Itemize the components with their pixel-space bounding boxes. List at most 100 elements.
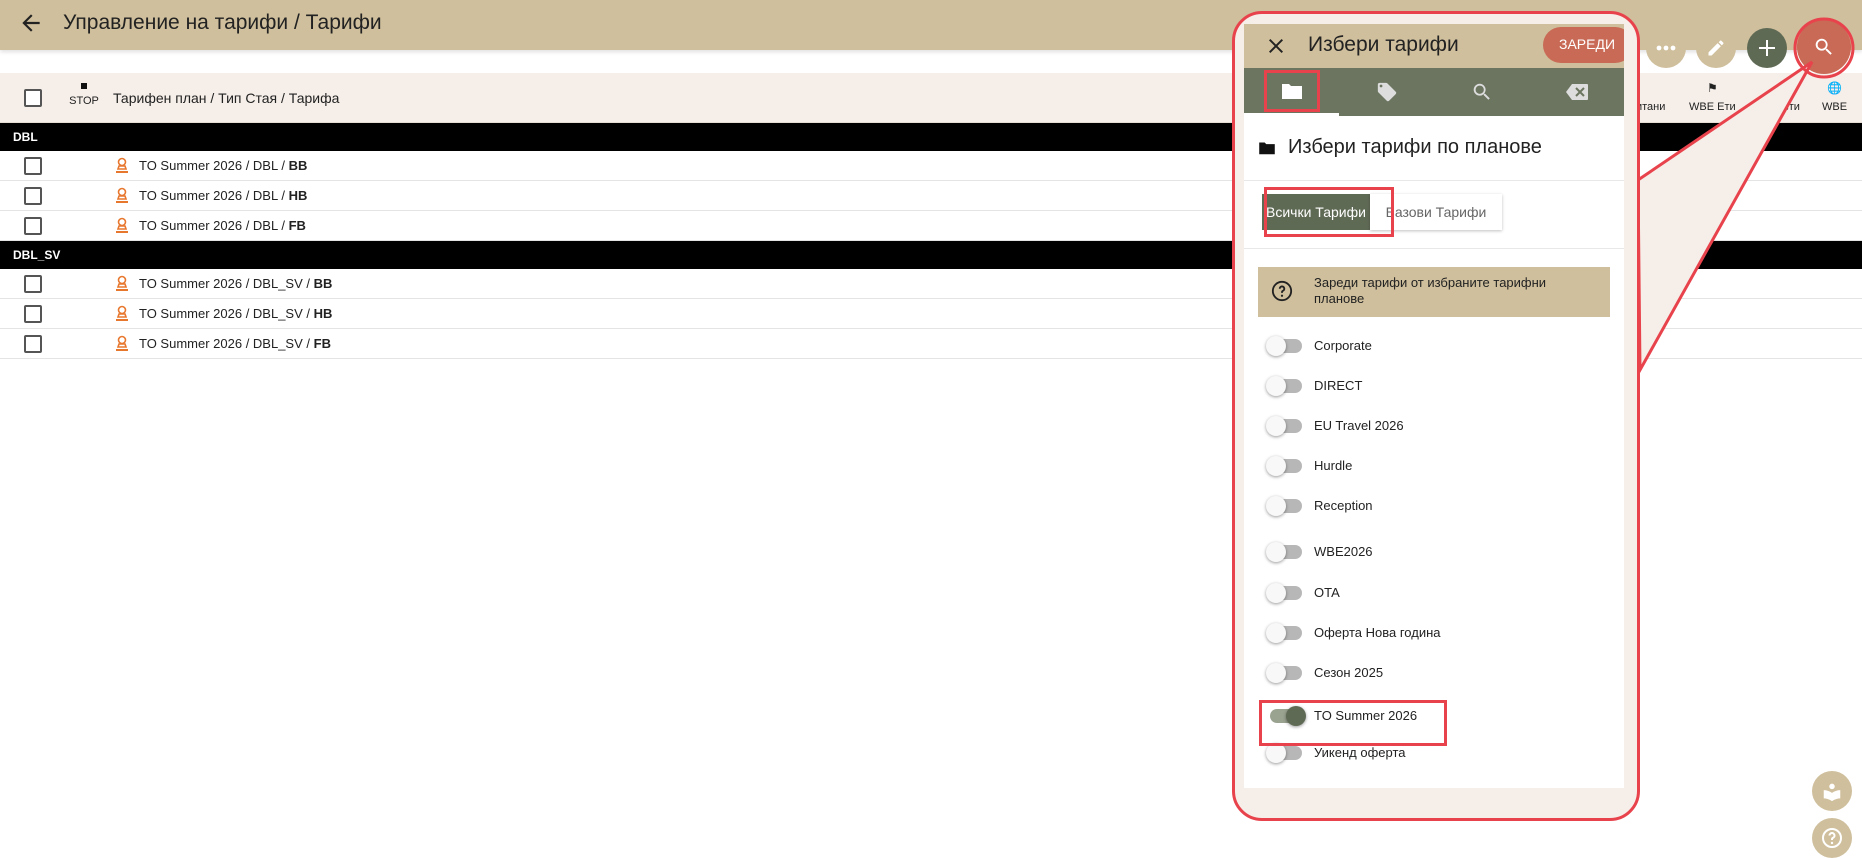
column-header-wbe[interactable]: 🌐 WBE (1822, 81, 1847, 113)
panel-title: Избери тарифи (1308, 33, 1459, 56)
select-all-checkbox[interactable] (24, 89, 42, 107)
plan-toggle-label: Уикенд оферта (1314, 745, 1406, 760)
plan-toggle-switch[interactable] (1266, 456, 1302, 476)
info-text: Зареди тарифи от избраните тарифни плано… (1314, 275, 1547, 306)
column-header-wbe-tags[interactable]: ⚑ WBE Ети (1689, 81, 1736, 113)
rate-name: TO Summer 2026 / DBL / BB (139, 158, 307, 173)
folder-icon (1259, 142, 1275, 154)
plan-toggle-switch[interactable] (1266, 336, 1302, 356)
plan-toggle-row[interactable]: EU Travel 2026 (1244, 411, 1624, 441)
plan-toggle-label: Hurdle (1314, 458, 1353, 473)
column-label: WBE Ети (1689, 101, 1736, 113)
plan-toggle-row[interactable]: WBE2026 (1244, 537, 1624, 567)
toggle-knob (1266, 663, 1286, 683)
highlight-box (1259, 700, 1447, 746)
plan-toggle-switch[interactable] (1266, 623, 1302, 643)
row-checkbox[interactable] (24, 275, 42, 293)
column-title: Тарифен план / Тип Стая / Тарифа (113, 90, 340, 106)
rate-path: TO Summer 2026 / DBL / (139, 218, 289, 233)
divider (1244, 248, 1624, 249)
plan-toggle-row[interactable]: Сезон 2025 (1244, 658, 1624, 688)
plan-toggle-switch[interactable] (1266, 663, 1302, 683)
plan-toggle-label: Оферта Нова година (1314, 625, 1441, 640)
divider (1244, 180, 1624, 181)
toggle-knob (1266, 336, 1286, 356)
row-checkbox[interactable] (24, 217, 42, 235)
back-arrow-icon[interactable] (18, 10, 44, 36)
toggle-knob (1266, 376, 1286, 396)
rate-code: HB (288, 188, 308, 203)
rate-name: TO Summer 2026 / DBL / FB (139, 218, 306, 233)
plan-toggle-label: Reception (1314, 498, 1373, 513)
column-header-packages[interactable]: кети (1778, 81, 1800, 113)
stop-icon (81, 83, 87, 89)
column-label: итани (1636, 101, 1666, 113)
add-button[interactable] (1747, 28, 1787, 68)
rate-path: TO Summer 2026 / DBL_SV / (139, 276, 314, 291)
section-title: Избери тарифи по планове (1258, 136, 1542, 159)
plan-toggle-row[interactable]: OTA (1244, 578, 1624, 608)
column-header-extra[interactable]: итани (1636, 81, 1665, 113)
section-title-text: Избери тарифи по планове (1288, 136, 1542, 158)
guide-button[interactable] (1812, 771, 1852, 811)
stamp-icon (116, 335, 128, 351)
book-icon (1823, 783, 1841, 802)
plan-toggle-row[interactable]: Hurdle (1244, 451, 1624, 481)
plan-toggle-switch[interactable] (1266, 743, 1302, 763)
edit-button[interactable] (1696, 28, 1736, 68)
search-fab-button[interactable] (1797, 20, 1851, 74)
plan-toggle-switch[interactable] (1266, 376, 1302, 396)
plan-toggle-row[interactable]: Reception (1244, 491, 1624, 521)
rate-path: TO Summer 2026 / DBL / (139, 188, 289, 203)
globe-icon: 🌐 (1827, 81, 1842, 95)
select-rates-panel: Избери тарифи ЗАРЕДИ Избери тарифи по пл… (1244, 24, 1624, 788)
plan-toggle-label: Сезон 2025 (1314, 665, 1384, 680)
row-checkbox[interactable] (24, 305, 42, 323)
rate-code: FB (288, 218, 306, 233)
rate-path: TO Summer 2026 / DBL / (139, 158, 289, 173)
backspace-icon (1565, 84, 1588, 100)
rate-code: FB (313, 336, 331, 351)
row-checkbox[interactable] (24, 157, 42, 175)
plan-toggle-row[interactable]: DIRECT (1244, 371, 1624, 401)
plan-toggle-switch[interactable] (1266, 542, 1302, 562)
rate-code: BB (288, 158, 308, 173)
toggle-knob (1266, 743, 1286, 763)
edit-icon (1708, 40, 1724, 56)
row-checkbox[interactable] (24, 187, 42, 205)
tag-icon (1778, 81, 1800, 95)
stamp-icon (116, 157, 128, 173)
toggle-knob (1266, 416, 1286, 436)
toggle-knob (1266, 496, 1286, 516)
rate-name: TO Summer 2026 / DBL_SV / BB (139, 276, 332, 291)
stamp-icon (116, 275, 128, 291)
list-icon (1636, 81, 1665, 95)
tab-search[interactable] (1434, 68, 1529, 116)
plan-toggle-label: DIRECT (1314, 378, 1363, 393)
help-circle-icon (1271, 280, 1293, 302)
row-checkbox[interactable] (24, 335, 42, 353)
rate-name: TO Summer 2026 / DBL_SV / HB (139, 306, 332, 321)
plan-toggle-switch[interactable] (1266, 416, 1302, 436)
plan-toggle-switch[interactable] (1266, 583, 1302, 603)
rate-path: TO Summer 2026 / DBL_SV / (139, 306, 314, 321)
highlight-box (1264, 70, 1320, 112)
close-icon[interactable] (1264, 34, 1288, 58)
stop-label: STOP (69, 95, 99, 107)
help-button[interactable] (1812, 818, 1852, 858)
more-button[interactable] (1646, 28, 1686, 68)
help-icon (1822, 828, 1842, 848)
stamp-icon (116, 217, 128, 233)
rate-code: HB (313, 306, 333, 321)
plan-toggle-row[interactable]: Оферта Нова година (1244, 618, 1624, 648)
tab-tags[interactable] (1339, 68, 1434, 116)
stamp-icon (116, 187, 128, 203)
info-banner: Зареди тарифи от избраните тарифни плано… (1258, 267, 1610, 317)
stop-column-header[interactable]: STOP (66, 83, 102, 107)
load-button[interactable]: ЗАРЕДИ (1543, 27, 1624, 63)
plan-toggle-row[interactable]: Corporate (1244, 331, 1624, 361)
tab-clear[interactable] (1529, 68, 1624, 116)
plan-toggle-switch[interactable] (1266, 496, 1302, 516)
plan-toggle-label: EU Travel 2026 (1314, 418, 1404, 433)
column-label: WBE (1822, 101, 1848, 113)
